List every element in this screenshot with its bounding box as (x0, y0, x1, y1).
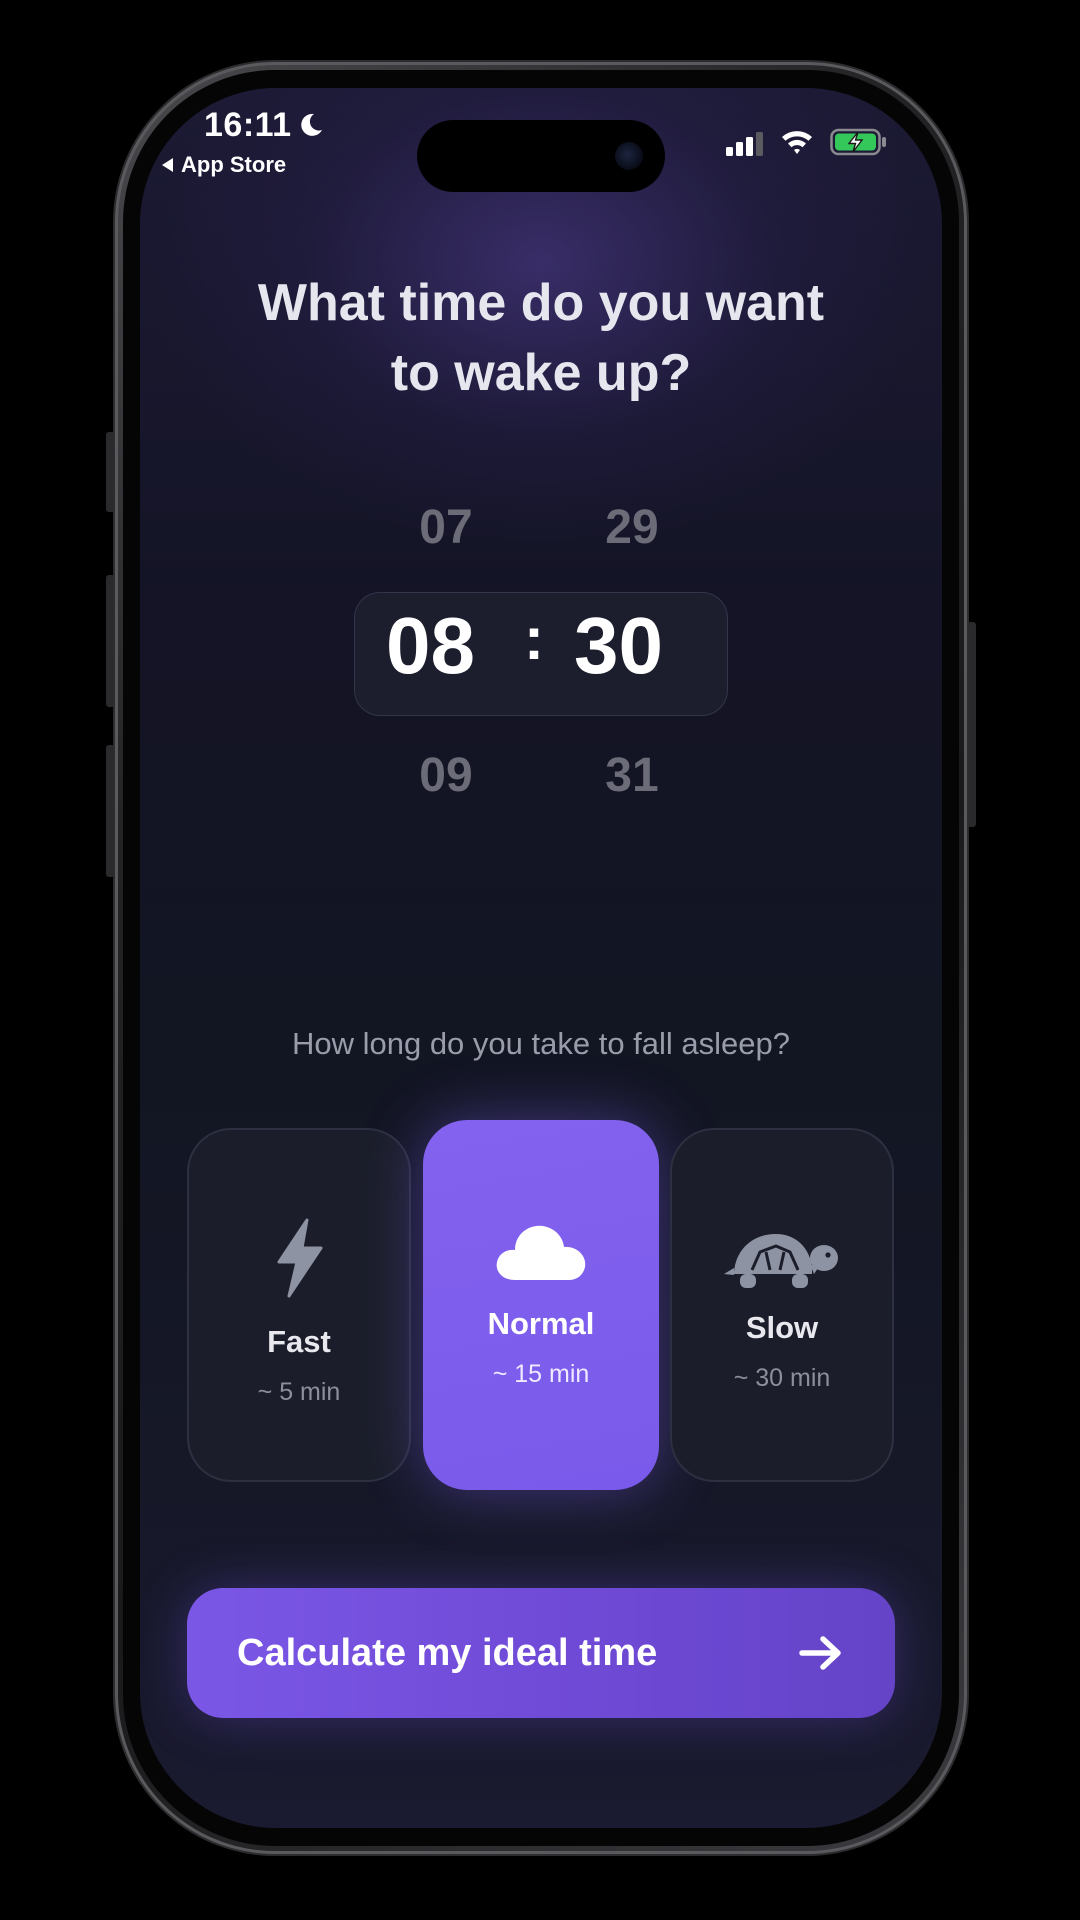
minute-prev-option[interactable]: 29 (572, 500, 692, 555)
action-button (106, 432, 115, 512)
option-slow[interactable]: Slow ~ 30 min (670, 1128, 894, 1482)
camera-icon (615, 142, 643, 170)
cloud-icon (496, 1225, 586, 1280)
option-slow-subtitle: ~ 30 min (733, 1364, 831, 1392)
option-fast-title: Fast (267, 1324, 331, 1359)
option-fast-subtitle: ~ 5 min (257, 1378, 341, 1406)
option-normal-subtitle: ~ 15 min (492, 1360, 590, 1388)
minute-selected[interactable]: 30 (574, 600, 663, 692)
back-link-label: App Store (181, 152, 287, 177)
fall-asleep-question: How long do you take to fall asleep? (291, 1026, 791, 1061)
power-button (967, 622, 976, 827)
moon-icon (301, 113, 322, 136)
volume-up-button (106, 575, 115, 707)
calculate-button[interactable]: Calculate my ideal time (187, 1588, 895, 1718)
calculate-button-label: Calculate my ideal time (237, 1631, 658, 1674)
battery-charging-icon (830, 128, 886, 156)
option-normal-title: Normal (487, 1306, 595, 1341)
option-slow-title: Slow (745, 1310, 819, 1345)
stage: 16:11 App Store What time do you want to… (0, 0, 1080, 1920)
dynamic-island (417, 120, 665, 192)
hour-prev-option[interactable]: 07 (386, 500, 506, 555)
page-heading: What time do you want to wake up? (140, 268, 942, 408)
phone-screen: 16:11 App Store What time do you want to… (140, 88, 942, 1828)
option-fast[interactable]: Fast ~ 5 min (187, 1128, 411, 1482)
back-triangle-icon (162, 158, 173, 172)
volume-down-button (106, 745, 115, 877)
arrow-right-icon (799, 1636, 841, 1670)
back-to-app-store-link[interactable]: App Store (162, 152, 286, 178)
heading-line-2: to wake up? (390, 344, 692, 402)
minute-next-option[interactable]: 31 (572, 748, 692, 803)
status-time: 16:11 (204, 106, 292, 144)
heading-line-1: What time do you want (257, 274, 825, 332)
hour-selected[interactable]: 08 (386, 600, 475, 692)
option-normal[interactable]: Normal ~ 15 min (423, 1120, 659, 1490)
wifi-icon (782, 131, 812, 154)
turtle-icon (724, 1234, 838, 1288)
time-separator: : (524, 605, 544, 672)
lightning-icon (277, 1218, 323, 1298)
cellular-signal-icon (726, 132, 763, 156)
hour-next-option[interactable]: 09 (386, 748, 506, 803)
